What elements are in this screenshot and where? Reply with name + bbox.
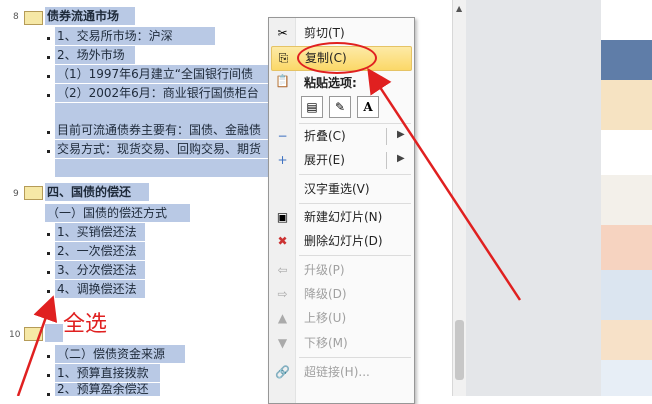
selection-highlight [55, 103, 270, 121]
slide-thumb-icon[interactable] [24, 11, 43, 25]
arrow-up-icon: ▲ [277, 311, 288, 325]
arrow-right-icon: ⇨ [277, 287, 288, 301]
menu-item-move-down[interactable]: ▼ 下移(M) [269, 332, 414, 355]
keep-text-only-icon[interactable]: ✎ [329, 96, 351, 118]
menu-item-promote[interactable]: ⇦ 升级(P) [269, 259, 414, 282]
outline-item[interactable]: （一）国债的偿还方式 [47, 204, 167, 222]
outline-item[interactable]: 交易方式：现货交易、回购交易、期货 [57, 140, 261, 158]
slide-title-9[interactable]: 四、国债的偿还 [47, 183, 131, 201]
menu-item-move-up[interactable]: ▲ 上移(U) [269, 307, 414, 330]
expand-icon: + [277, 153, 288, 167]
outline-item[interactable]: 2、一次偿还法 [57, 242, 137, 260]
slide-thumb-icon[interactable] [24, 327, 43, 341]
bullet-icon [47, 252, 50, 255]
slide-number-9: 9 [13, 189, 19, 199]
bullet-icon [47, 271, 50, 274]
outline-item[interactable]: 2、场外市场 [57, 46, 125, 64]
paste-options-title: 粘贴选项: [304, 76, 357, 90]
copy-icon: ⎘ [278, 51, 289, 65]
bullet-icon [47, 290, 50, 293]
new-slide-icon: ▣ [276, 210, 289, 224]
outline-item[interactable]: 目前可流通债券主要有：国债、金融债 [57, 121, 261, 139]
menu-item-hyperlink[interactable]: 🔗 超链接(H)... [269, 361, 414, 384]
bullet-icon [47, 94, 50, 97]
slide-thumb-icon[interactable] [24, 186, 43, 200]
outline-item[interactable]: 2、预算盈余偿还 [57, 380, 149, 396]
arrow-left-icon: ⇦ [277, 263, 288, 277]
outline-item[interactable]: 1、买销偿还法 [57, 223, 137, 241]
menu-item-new-slide[interactable]: ▣ 新建幻灯片(N) [269, 206, 414, 229]
slide-title-8[interactable]: 债券流通市场 [47, 7, 119, 25]
slide-preview [601, 0, 652, 396]
outline-item[interactable]: （2）2002年6月：商业银行国债柜台 [57, 84, 259, 102]
menu-item-delete-slide[interactable]: ✖ 删除幻灯片(D) [269, 230, 414, 253]
context-menu: ✂ 剪切(T) ⎘ 复制(C) 📋 粘贴选项: ▤ ✎ A − 折叠(C) ▶ … [268, 17, 415, 404]
menu-item-hanzi-reselect[interactable]: 汉字重选(V) [269, 178, 414, 201]
collapse-icon: − [277, 129, 288, 143]
hyperlink-icon: 🔗 [275, 365, 290, 379]
bullet-icon [47, 374, 50, 377]
chevron-right-icon[interactable]: ▶ [397, 129, 405, 140]
outline-item[interactable]: 1、交易所市场：沪深 [57, 27, 173, 45]
scroll-up-icon[interactable]: ▲ [456, 4, 462, 13]
menu-item-expand[interactable]: + 展开(E) ▶ [269, 149, 414, 172]
annotation-select-all: 全选 [63, 312, 108, 337]
scrollbar-thumb[interactable] [455, 320, 464, 380]
slide-number-10: 10 [9, 330, 21, 340]
annotation-ellipse [297, 42, 377, 74]
outline-item[interactable]: （二）偿债资金来源 [57, 345, 165, 363]
arrow-down-icon: ▼ [277, 336, 288, 350]
chevron-right-icon[interactable]: ▶ [397, 153, 405, 164]
bullet-icon [47, 37, 50, 40]
outline-item[interactable]: （1）1997年6月建立“全国银行间债 [57, 65, 253, 83]
bullet-icon [47, 150, 50, 153]
slide-number-8: 8 [13, 12, 19, 22]
paste-icon: 📋 [275, 74, 290, 88]
outline-item[interactable]: 3、分次偿还法 [57, 261, 137, 279]
scissors-icon: ✂ [277, 26, 288, 40]
delete-slide-icon: ✖ [277, 234, 288, 248]
menu-item-demote[interactable]: ⇨ 降级(D) [269, 283, 414, 306]
keep-source-formatting-icon[interactable]: ▤ [301, 96, 323, 118]
outline-item[interactable]: 4、调换偿还法 [57, 280, 137, 298]
bullet-icon [47, 233, 50, 236]
vertical-scrollbar[interactable]: ▲ [452, 0, 467, 396]
bullet-icon [47, 56, 50, 59]
bullet-icon [47, 75, 50, 78]
bullet-icon [47, 131, 50, 134]
text-A-icon[interactable]: A [357, 96, 379, 118]
menu-item-collapse[interactable]: − 折叠(C) ▶ [269, 125, 414, 148]
pane-divider [466, 0, 601, 396]
bullet-icon [47, 355, 50, 358]
selection-highlight [55, 159, 270, 177]
selection-highlight [45, 324, 63, 342]
